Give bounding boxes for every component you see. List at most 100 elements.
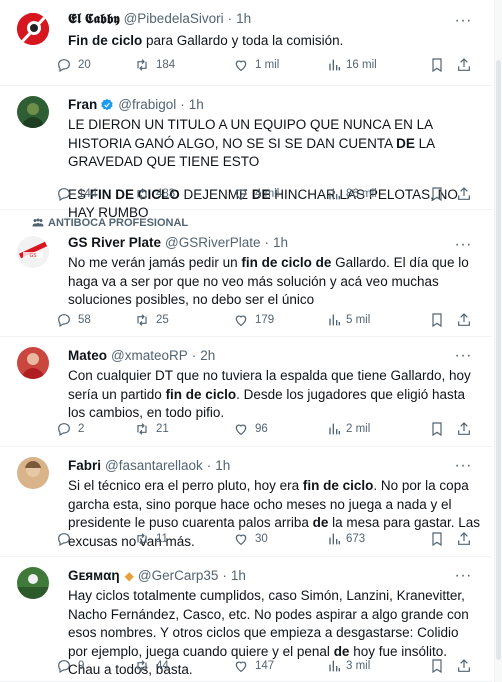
author-handle[interactable]: @frabigol bbox=[118, 96, 176, 114]
avatar[interactable] bbox=[17, 13, 49, 45]
verified-badge-icon bbox=[101, 98, 113, 111]
share-icon bbox=[458, 422, 470, 435]
like-button[interactable]: 1 mil bbox=[233, 57, 279, 73]
retweet-count: 483 bbox=[156, 188, 176, 200]
scrollbar-thumb[interactable] bbox=[496, 60, 501, 660]
heart-icon bbox=[235, 661, 247, 673]
views-icon bbox=[329, 423, 340, 435]
tweet-time[interactable]: 1h bbox=[236, 10, 251, 28]
views-button[interactable]: 16 mil bbox=[326, 57, 377, 73]
reply-button[interactable]: 9 bbox=[56, 658, 84, 674]
retweet-button[interactable]: 21 bbox=[134, 421, 169, 437]
tweet-time[interactable]: 1h bbox=[231, 567, 246, 585]
avatar[interactable] bbox=[17, 457, 49, 489]
tweet-time[interactable]: 2h bbox=[200, 347, 215, 365]
like-button[interactable]: 96 bbox=[233, 421, 268, 437]
author-handle[interactable]: @xmateoRP bbox=[111, 347, 188, 365]
avatar[interactable] bbox=[17, 567, 49, 599]
share-button[interactable] bbox=[456, 57, 472, 73]
scrollbar[interactable] bbox=[494, 0, 502, 682]
views-icon bbox=[329, 660, 340, 672]
author-handle[interactable]: @PibedelaSivori bbox=[124, 10, 224, 28]
retweet-button[interactable]: 11 bbox=[134, 531, 168, 547]
tweet[interactable]: ANTIBOCA PROFESIONAL GS GS River Plate @… bbox=[0, 210, 492, 337]
views-button[interactable]: 2 mil bbox=[326, 421, 370, 437]
tweet-text-bold: fin de ciclo de bbox=[241, 255, 332, 270]
reply-button[interactable] bbox=[56, 531, 78, 547]
author-name[interactable]: Fran bbox=[68, 96, 97, 114]
share-button[interactable] bbox=[456, 658, 472, 674]
more-options-icon[interactable]: ··· bbox=[455, 237, 472, 253]
author-name[interactable]: 𝕰𝖑 𝕮𝖆𝖇𝖇𝖞 bbox=[68, 10, 120, 28]
more-options-icon[interactable]: ··· bbox=[455, 13, 472, 29]
reply-count: 9 bbox=[78, 660, 85, 672]
retweet-icon bbox=[137, 314, 147, 326]
reply-icon bbox=[58, 660, 70, 674]
reply-button[interactable]: 20 bbox=[56, 57, 91, 73]
retweet-button[interactable]: 25 bbox=[134, 312, 169, 328]
retweet-button[interactable]: 184 bbox=[134, 57, 175, 73]
author-handle[interactable]: @GSRiverPlate bbox=[165, 234, 260, 252]
more-options-icon[interactable]: ··· bbox=[455, 348, 472, 364]
tweet-actions: 20 184 1 mil 16 mil bbox=[0, 50, 492, 82]
like-button[interactable]: 30 bbox=[233, 531, 268, 547]
share-button[interactable] bbox=[456, 421, 472, 437]
share-icon bbox=[458, 187, 470, 200]
tweet-time[interactable]: 1h bbox=[215, 457, 230, 475]
reply-button[interactable]: 58 bbox=[56, 312, 91, 328]
tweet-time[interactable]: 1h bbox=[189, 96, 204, 114]
share-button[interactable] bbox=[456, 531, 472, 547]
reply-icon bbox=[58, 59, 70, 73]
like-button[interactable]: 4 mil bbox=[233, 186, 279, 202]
author-name[interactable]: Gᴇямαη bbox=[68, 567, 120, 585]
bookmark-button[interactable] bbox=[429, 421, 445, 437]
avatar[interactable] bbox=[17, 347, 49, 379]
views-button[interactable]: 3 mil bbox=[326, 658, 370, 674]
author-name[interactable]: Fabri bbox=[68, 457, 101, 475]
tweet[interactable]: Fabri @fasantarellaok · 1h ··· Si el téc… bbox=[0, 447, 492, 557]
heart-icon bbox=[235, 60, 247, 72]
views-button[interactable]: 86 mil bbox=[326, 186, 377, 202]
author-handle[interactable]: @fasantarellaok bbox=[105, 457, 203, 475]
author-name[interactable]: Mateo bbox=[68, 347, 107, 365]
reply-icon bbox=[58, 423, 70, 437]
tweet-text-bold: fin de ciclo bbox=[165, 386, 237, 402]
author-handle[interactable]: @GerCarp35 bbox=[138, 567, 219, 585]
bookmark-button[interactable] bbox=[429, 312, 445, 328]
tweet-time[interactable]: 1h bbox=[273, 234, 288, 252]
retweet-count: 11 bbox=[156, 533, 168, 545]
retweet-icon bbox=[137, 59, 147, 71]
avatar[interactable]: GS bbox=[17, 236, 49, 268]
tweet[interactable]: Gᴇямαη ◆ @GerCarp35 · 1h ··· Hay ciclos … bbox=[0, 557, 492, 682]
retweet-icon bbox=[137, 533, 147, 545]
bookmark-button[interactable] bbox=[429, 658, 445, 674]
bookmark-button[interactable] bbox=[429, 531, 445, 547]
author-name[interactable]: GS River Plate bbox=[68, 234, 161, 252]
tweet-actions: 58 25 179 5 mil bbox=[0, 305, 492, 337]
views-button[interactable]: 673 bbox=[326, 531, 365, 547]
reply-button[interactable]: 144 bbox=[56, 186, 97, 202]
retweet-button[interactable]: 483 bbox=[134, 186, 175, 202]
like-count: 179 bbox=[255, 314, 275, 326]
views-icon bbox=[329, 59, 340, 71]
share-button[interactable] bbox=[456, 186, 472, 202]
tweet[interactable]: Mateo @xmateoRP · 2h ··· Con cualquier D… bbox=[0, 337, 492, 447]
bookmark-button[interactable] bbox=[429, 57, 445, 73]
tweet[interactable]: Fran @frabigol · 1h LE DIERON UN TITULO … bbox=[0, 86, 492, 220]
like-button[interactable]: 147 bbox=[233, 658, 274, 674]
avatar[interactable] bbox=[17, 96, 49, 128]
reply-button[interactable]: 2 bbox=[56, 421, 84, 437]
tweet[interactable]: 𝕰𝖑 𝕮𝖆𝖇𝖇𝖞 @PibedelaSivori · 1h ··· Fin de… bbox=[0, 0, 492, 86]
retweet-button[interactable]: 44 bbox=[134, 658, 169, 674]
social-context[interactable]: ANTIBOCA PROFESIONAL bbox=[32, 217, 189, 229]
bookmark-icon bbox=[432, 187, 442, 202]
social-context-label: ANTIBOCA PROFESIONAL bbox=[48, 217, 189, 229]
more-options-icon[interactable]: ··· bbox=[455, 458, 472, 474]
like-button[interactable]: 179 bbox=[233, 312, 274, 328]
more-options-icon[interactable]: ··· bbox=[455, 568, 472, 584]
share-button[interactable] bbox=[456, 312, 472, 328]
bookmark-icon bbox=[432, 532, 442, 547]
svg-text:GS: GS bbox=[29, 253, 36, 259]
bookmark-button[interactable] bbox=[429, 186, 445, 202]
views-button[interactable]: 5 mil bbox=[326, 312, 370, 328]
